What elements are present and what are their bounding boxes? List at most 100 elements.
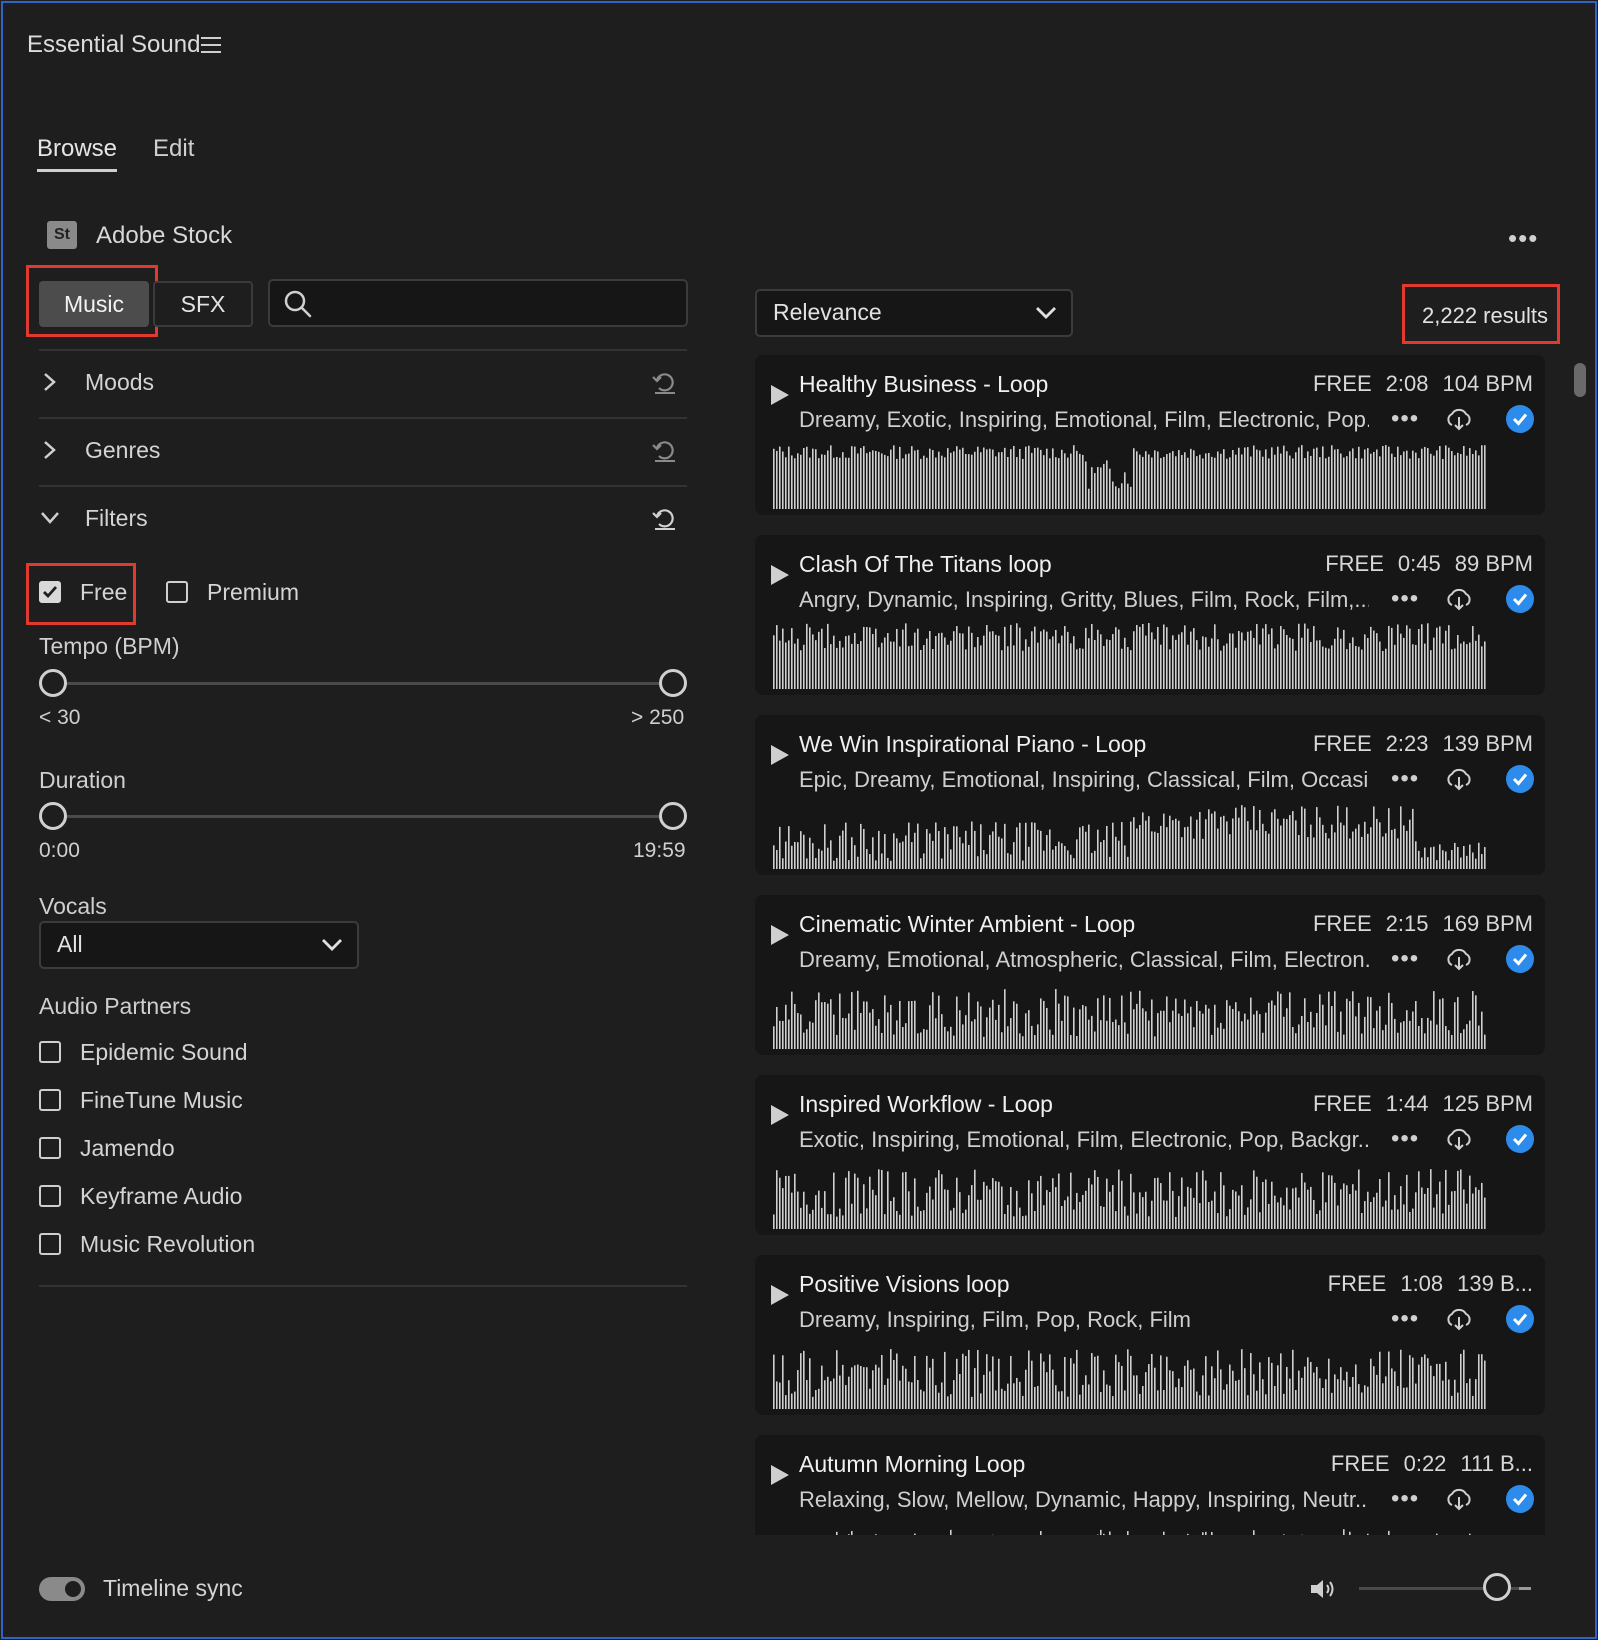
duration-slider-track[interactable]: [53, 815, 673, 818]
tempo-slider-track[interactable]: [53, 682, 673, 685]
premium-checkbox[interactable]: [166, 581, 188, 603]
track-title: Positive Visions loop: [799, 1271, 1010, 1297]
duration-max-handle[interactable]: [659, 802, 687, 830]
more-options-icon[interactable]: •••: [1391, 1125, 1419, 1153]
volume-icon[interactable]: [1309, 1577, 1335, 1601]
track-tags: Epic, Dreamy, Emotional, Inspiring, Clas…: [799, 767, 1369, 792]
track-duration: 0:45: [1397, 551, 1441, 576]
more-options-icon[interactable]: •••: [1391, 765, 1419, 793]
divider: [39, 485, 687, 487]
waveform[interactable]: [773, 443, 1489, 509]
track-bpm: 169 BPM: [1442, 911, 1534, 936]
waveform[interactable]: [773, 1163, 1489, 1229]
play-icon[interactable]: [771, 745, 789, 765]
chevron-down-icon: [1036, 307, 1056, 319]
sort-dropdown[interactable]: Relevance: [755, 289, 1073, 337]
sfx-tab-button[interactable]: SFX: [153, 281, 253, 327]
track-price: FREE: [1312, 1091, 1372, 1116]
track-price: FREE: [1312, 371, 1372, 396]
track-tags: Angry, Dynamic, Inspiring, Gritty, Blues…: [799, 587, 1369, 612]
more-options-icon[interactable]: •••: [1391, 945, 1419, 973]
licensed-check-icon: [1506, 585, 1534, 613]
tab-browse[interactable]: Browse: [37, 135, 118, 172]
scrollbar[interactable]: [1574, 363, 1586, 397]
filters-section[interactable]: Filters: [39, 491, 687, 549]
divider: [39, 1285, 687, 1287]
moods-section[interactable]: Moods: [39, 355, 687, 413]
timeline-sync-toggle[interactable]: [39, 1577, 85, 1601]
duration-max-value: 19:59: [633, 839, 686, 862]
cloud-download-icon[interactable]: [1445, 947, 1473, 971]
partner-checkbox[interactable]: [39, 1041, 61, 1063]
more-options-icon[interactable]: •••: [1508, 223, 1538, 254]
track-duration: 0:22: [1403, 1451, 1447, 1476]
track-tags: Dreamy, Emotional, Atmospheric, Classica…: [799, 947, 1369, 972]
track-bpm: 139 BPM: [1442, 731, 1534, 756]
search-input[interactable]: [268, 279, 688, 327]
waveform[interactable]: [773, 983, 1489, 1049]
play-icon[interactable]: [771, 1285, 789, 1305]
tab-edit[interactable]: Edit: [153, 135, 194, 163]
waveform[interactable]: [773, 803, 1489, 869]
divider: [39, 349, 687, 351]
track-card[interactable]: Cinematic Winter Ambient - Loop FREE 2:15 1…: [755, 895, 1545, 1055]
play-icon[interactable]: [771, 925, 789, 945]
genres-section[interactable]: Genres: [39, 423, 687, 481]
music-tab-button[interactable]: Music: [39, 281, 149, 327]
volume-slider-handle[interactable]: [1483, 1573, 1511, 1601]
partner-checkbox[interactable]: [39, 1089, 61, 1111]
partner-checkbox[interactable]: [39, 1137, 61, 1159]
chevron-down-icon: [322, 939, 342, 951]
track-title: We Win Inspirational Piano - Loop: [799, 731, 1147, 757]
reset-icon[interactable]: [651, 437, 677, 463]
play-icon[interactable]: [771, 1465, 789, 1485]
track-card[interactable]: Clash Of The Titans loop FREE 0:45 89 BPM An…: [755, 535, 1545, 695]
tempo-max-handle[interactable]: [659, 669, 687, 697]
hamburger-menu-icon[interactable]: [201, 37, 221, 53]
more-options-icon[interactable]: •••: [1391, 585, 1419, 613]
free-checkbox[interactable]: [39, 581, 61, 603]
track-card[interactable]: Inspired Workflow - Loop FREE 1:44 125 BPM E…: [755, 1075, 1545, 1235]
play-icon[interactable]: [771, 1105, 789, 1125]
cloud-download-icon[interactable]: [1445, 1487, 1473, 1511]
more-options-icon[interactable]: •••: [1391, 1485, 1419, 1513]
track-card[interactable]: We Win Inspirational Piano - Loop FREE 2:2…: [755, 715, 1545, 875]
reset-icon[interactable]: [651, 369, 677, 395]
cloud-download-icon[interactable]: [1445, 1127, 1473, 1151]
waveform[interactable]: [773, 1343, 1489, 1409]
more-options-icon[interactable]: •••: [1391, 1305, 1419, 1333]
licensed-check-icon: [1506, 765, 1534, 793]
cloud-download-icon[interactable]: [1445, 407, 1473, 431]
track-tags: Exotic, Inspiring, Emotional, Film, Elec…: [799, 1127, 1369, 1152]
track-bpm: 89 BPM: [1454, 551, 1533, 576]
play-icon[interactable]: [771, 385, 789, 405]
cloud-download-icon[interactable]: [1445, 587, 1473, 611]
partner-checkbox[interactable]: [39, 1185, 61, 1207]
track-price: FREE: [1327, 1271, 1387, 1296]
partner-label: Music Revolution: [80, 1231, 256, 1257]
track-price: FREE: [1330, 1451, 1390, 1476]
partner-checkbox[interactable]: [39, 1233, 61, 1255]
genres-label: Genres: [85, 437, 161, 463]
track-title: Cinematic Winter Ambient - Loop: [799, 911, 1136, 937]
waveform[interactable]: [773, 1523, 1489, 1535]
play-icon[interactable]: [771, 565, 789, 585]
cloud-download-icon[interactable]: [1445, 1307, 1473, 1331]
tempo-min-handle[interactable]: [39, 669, 67, 697]
track-card[interactable]: Healthy Business - Loop FREE 2:08 104 BPM Dr…: [755, 355, 1545, 515]
track-card[interactable]: Positive Visions loop FREE 1:08 139 B... Dre…: [755, 1255, 1545, 1415]
partner-label: Jamendo: [80, 1135, 175, 1161]
more-options-icon[interactable]: •••: [1391, 405, 1419, 433]
moods-label: Moods: [85, 369, 155, 395]
vocals-dropdown[interactable]: All: [39, 921, 359, 969]
track-meta: FREE 1:44 125 BPM: [1299, 1091, 1533, 1117]
reset-icon[interactable]: [651, 505, 677, 531]
track-card[interactable]: Autumn Morning Loop FREE 0:22 111 B... Relax…: [755, 1435, 1545, 1535]
audio-partners-label: Audio Partners: [39, 993, 192, 1019]
duration-min-handle[interactable]: [39, 802, 67, 830]
waveform[interactable]: [773, 623, 1489, 689]
duration-min-value: 0:00: [39, 839, 80, 862]
track-tags: Dreamy, Inspiring, Film, Pop, Rock, Film: [799, 1307, 1192, 1332]
cloud-download-icon[interactable]: [1445, 767, 1473, 791]
licensed-check-icon: [1506, 405, 1534, 433]
